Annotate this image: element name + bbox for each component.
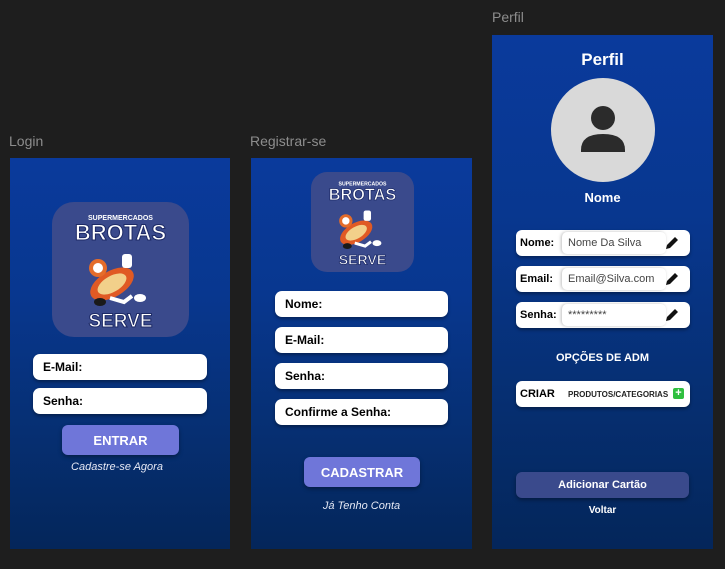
profile-name: Nome xyxy=(584,190,621,205)
register-confirm-password-field[interactable]: Confirme a Senha: xyxy=(275,399,448,425)
profile-title: Perfil xyxy=(581,50,624,69)
frame-label-register: Registrar-se xyxy=(250,133,327,149)
register-confirm-label: Confirme a Senha: xyxy=(285,405,392,419)
profile-password-value[interactable]: ********* xyxy=(562,304,666,326)
profile-email-value[interactable]: Email@Silva.com xyxy=(562,268,666,290)
logo-serve-text: SERVE xyxy=(88,311,152,332)
pencil-edit-icon[interactable] xyxy=(664,235,680,251)
profile-name-label: Nome: xyxy=(520,237,555,249)
mascot-icon xyxy=(89,254,146,306)
register-email-label: E-Mail: xyxy=(285,333,325,347)
create-products-row[interactable]: CRIAR PRODUTOS/CATEGORIAS + xyxy=(516,381,690,407)
logo-serve-text: SERVE xyxy=(339,252,386,268)
logo-illustration: SUPERMERCADOS BROTAS SERVE xyxy=(74,215,166,333)
register-password-field[interactable]: Senha: xyxy=(275,363,448,389)
profile-name-value[interactable]: Nome Da Silva xyxy=(562,232,666,254)
frame-label-profile: Perfil xyxy=(492,9,524,25)
signup-link[interactable]: Cadastre-se Agora xyxy=(30,461,204,473)
avatar[interactable] xyxy=(551,78,655,182)
profile-password-field[interactable]: Senha: ********* xyxy=(516,302,690,328)
add-card-button[interactable]: Adicionar Cartão xyxy=(516,472,689,498)
have-account-link[interactable]: Já Tenho Conta xyxy=(275,500,448,512)
create-label: CRIAR xyxy=(520,388,555,400)
register-name-label: Nome: xyxy=(285,297,323,311)
register-submit-button[interactable]: CADASTRAR xyxy=(304,457,420,487)
brand-logo: SUPERMERCADOS BROTAS SERVE xyxy=(52,202,189,337)
profile-name-field[interactable]: Nome: Nome Da Silva xyxy=(516,230,690,256)
back-link[interactable]: Voltar xyxy=(492,505,713,516)
brand-logo-small: SUPERMERCADOS BROTAS SERVE xyxy=(311,172,414,272)
enter-button[interactable]: ENTRAR xyxy=(62,425,179,455)
login-password-field[interactable]: Senha: xyxy=(33,388,207,414)
avatar-person-icon xyxy=(581,106,625,152)
logo-illustration-small: SUPERMERCADOS BROTAS SERVE xyxy=(328,181,397,268)
pencil-edit-icon[interactable] xyxy=(664,271,680,287)
register-email-field[interactable]: E-Mail: xyxy=(275,327,448,353)
logo-brand-text: BROTAS xyxy=(75,220,166,245)
profile-password-label: Senha: xyxy=(520,309,557,321)
create-value[interactable]: PRODUTOS/CATEGORIAS xyxy=(562,383,684,405)
login-email-field[interactable]: E-Mail: xyxy=(33,354,207,380)
register-name-field[interactable]: Nome: xyxy=(275,291,448,317)
admin-options-heading: OPÇÕES DE ADM xyxy=(555,352,650,364)
register-password-label: Senha: xyxy=(285,369,326,383)
plus-icon[interactable]: + xyxy=(673,388,684,399)
profile-email-label: Email: xyxy=(520,273,554,285)
profile-email-field[interactable]: Email: Email@Silva.com xyxy=(516,266,690,292)
mascot-icon xyxy=(339,210,382,250)
login-email-label: E-Mail: xyxy=(43,360,83,374)
logo-brand-text: BROTAS xyxy=(329,186,397,204)
frame-label-login: Login xyxy=(9,133,44,149)
pencil-edit-icon[interactable] xyxy=(664,307,680,323)
login-password-label: Senha: xyxy=(43,394,84,408)
